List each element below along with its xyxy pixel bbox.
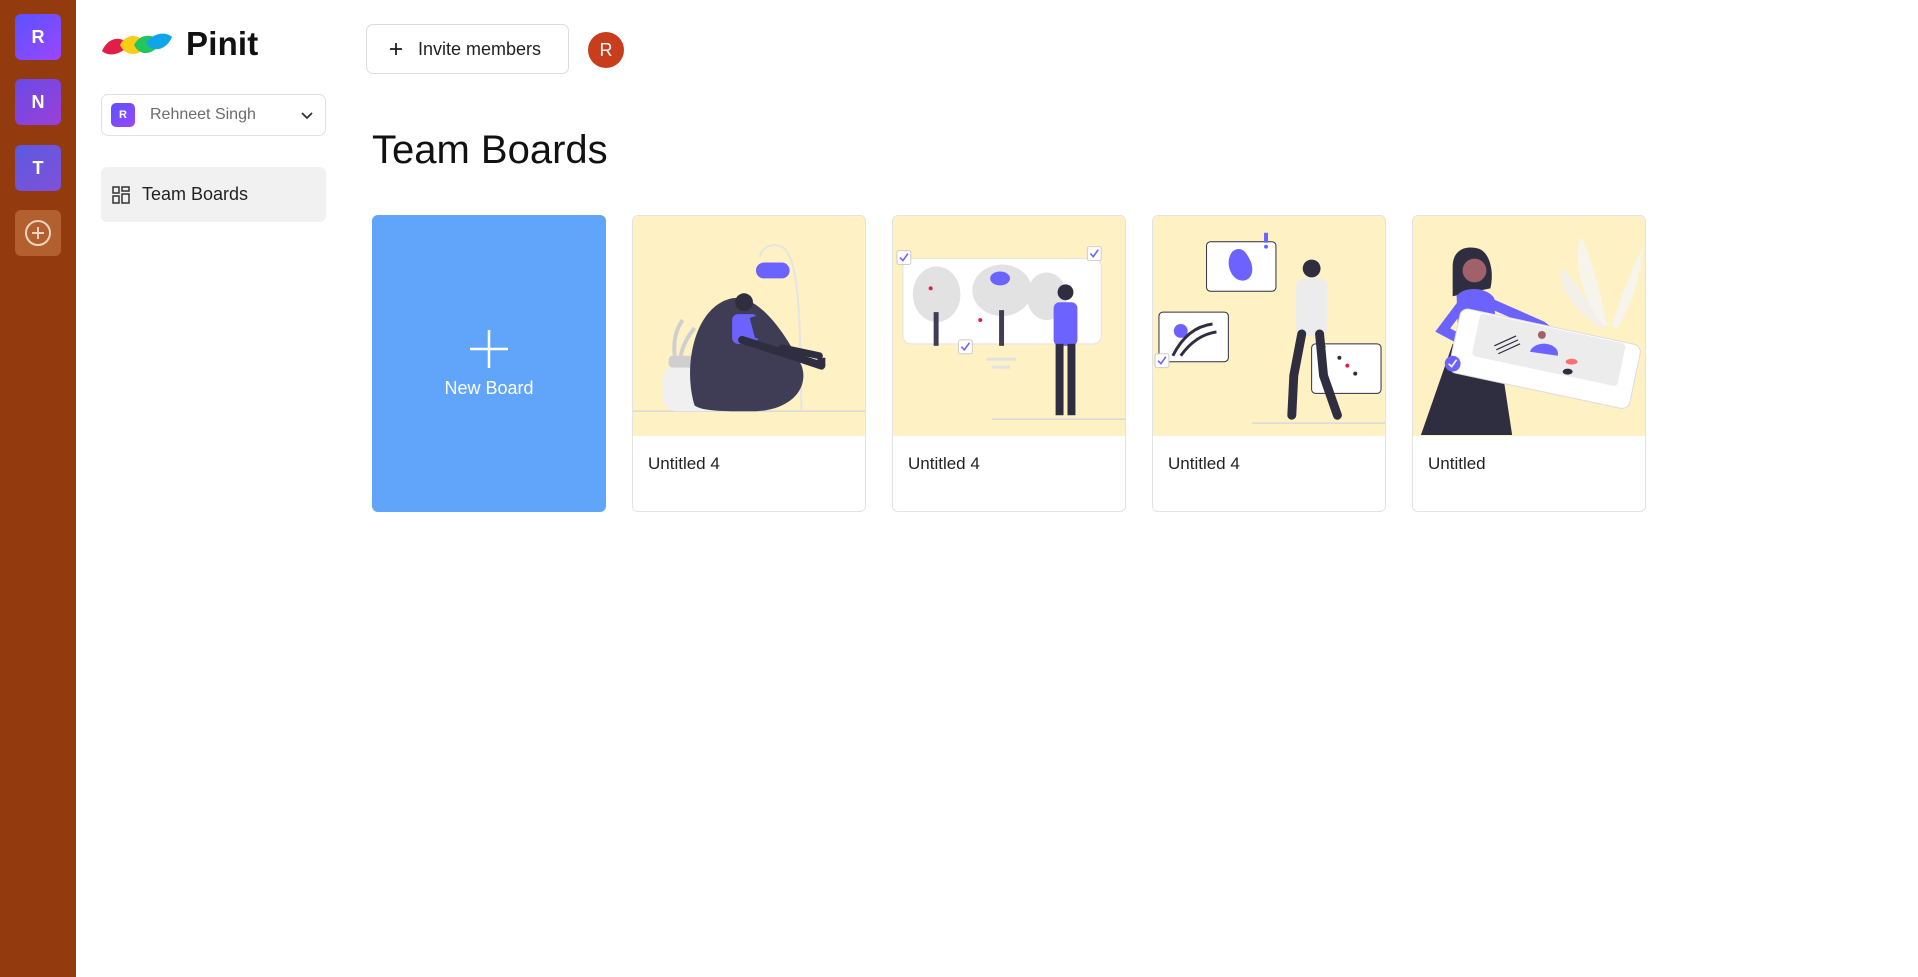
invite-members-label: Invite members	[418, 38, 542, 59]
grid-dashboard-icon	[112, 185, 130, 204]
new-board-label: New Board	[444, 378, 534, 398]
tablet-illustration	[1413, 216, 1645, 436]
org-rail: R N T	[0, 0, 76, 977]
chevron-down-icon	[301, 112, 313, 120]
workspace-select[interactable]: R Rehneet Singh	[101, 94, 326, 136]
new-board-button[interactable]: New Board	[372, 215, 606, 512]
sidebar: Pinit R Rehneet Singh Team Boards	[76, 0, 346, 977]
add-org-button[interactable]	[15, 210, 61, 256]
board-title: Untitled 4	[908, 454, 980, 473]
plus-circle-icon	[25, 220, 51, 246]
reading-illustration	[633, 216, 865, 436]
charts-illustration	[1153, 216, 1385, 436]
org-switch-r[interactable]: R	[15, 14, 61, 60]
board-card[interactable]: Untitled 4	[1152, 215, 1386, 512]
logo-text: Pinit	[186, 25, 259, 62]
sidebar-item-label: Team Boards	[142, 184, 249, 204]
boards-grid: New Board Untitled 4 Untitled 4 Untitled…	[372, 215, 1646, 512]
workspace-avatar: R	[111, 103, 135, 127]
pinit-logo-icon	[102, 33, 172, 55]
page-title: Team Boards	[372, 128, 608, 172]
plus-icon	[470, 330, 508, 368]
board-card[interactable]: Untitled 4	[632, 215, 866, 512]
org-switch-t[interactable]: T	[15, 145, 61, 191]
board-card[interactable]: Untitled	[1412, 215, 1646, 512]
board-viewing-illustration	[893, 216, 1125, 436]
org-switch-n[interactable]: N	[15, 79, 61, 125]
board-title: Untitled	[1428, 454, 1486, 473]
board-title: Untitled 4	[648, 454, 720, 473]
invite-members-button[interactable]: Invite members	[366, 24, 569, 74]
workspace-name: Rehneet Singh	[150, 106, 256, 123]
sidebar-item-team-boards[interactable]: Team Boards	[101, 167, 326, 222]
board-title: Untitled 4	[1168, 454, 1240, 473]
plus-icon	[390, 43, 402, 55]
app-logo[interactable]: Pinit	[100, 25, 259, 63]
board-card[interactable]: Untitled 4	[892, 215, 1126, 512]
user-avatar[interactable]: R	[588, 32, 624, 68]
